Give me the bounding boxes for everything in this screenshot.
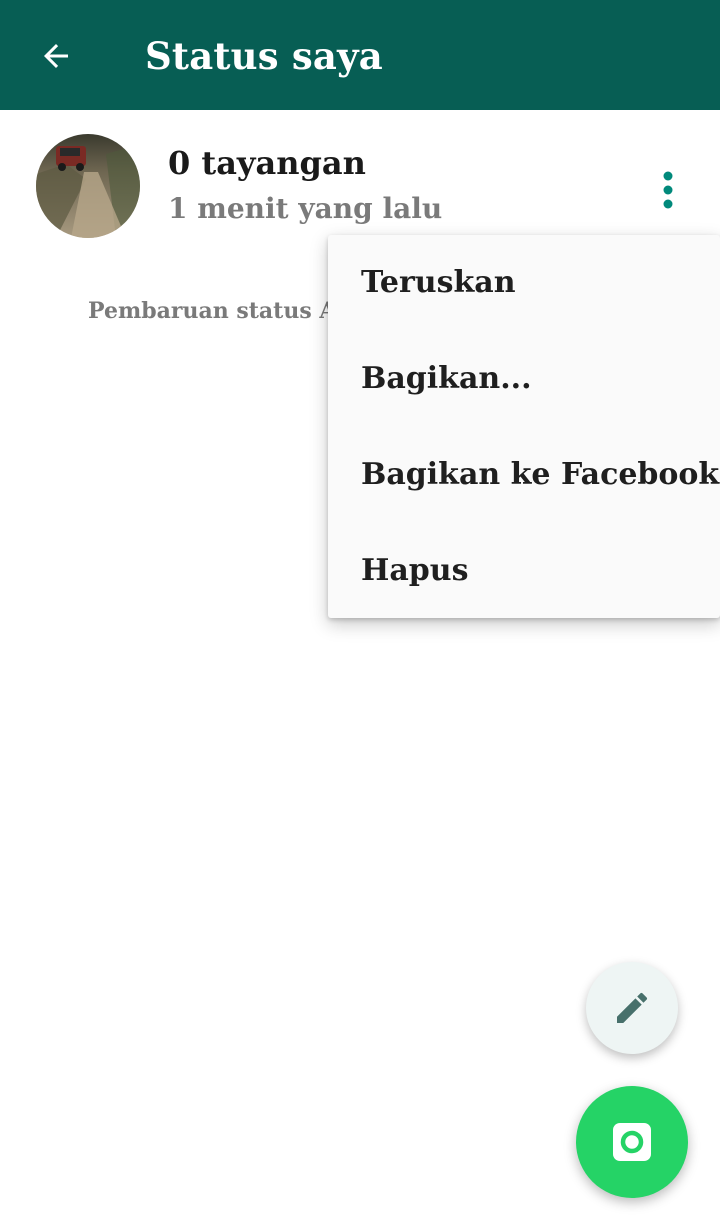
status-views: 0 tayangan: [168, 144, 366, 182]
app-bar: Status saya: [0, 0, 720, 110]
arrow-left-icon: [44, 44, 68, 68]
page-title: Status saya: [145, 34, 383, 78]
menu-item-share[interactable]: Bagikan...: [328, 331, 720, 427]
more-options-button[interactable]: [646, 160, 690, 220]
menu-item-share-facebook[interactable]: Bagikan ke Facebook: [328, 427, 720, 523]
pencil-icon: [617, 992, 648, 1023]
back-button[interactable]: [30, 30, 82, 82]
status-thumbnail[interactable]: [36, 134, 140, 238]
camera-icon: [613, 1123, 651, 1161]
menu-item-delete[interactable]: Hapus: [328, 523, 720, 619]
camera-button[interactable]: [576, 1086, 688, 1198]
text-status-button[interactable]: [586, 962, 678, 1054]
status-time: 1 menit yang lalu: [168, 192, 443, 225]
options-menu: Teruskan Bagikan... Bagikan ke Facebook …: [328, 235, 720, 618]
more-vertical-icon: [663, 171, 673, 209]
menu-item-forward[interactable]: Teruskan: [328, 235, 720, 331]
